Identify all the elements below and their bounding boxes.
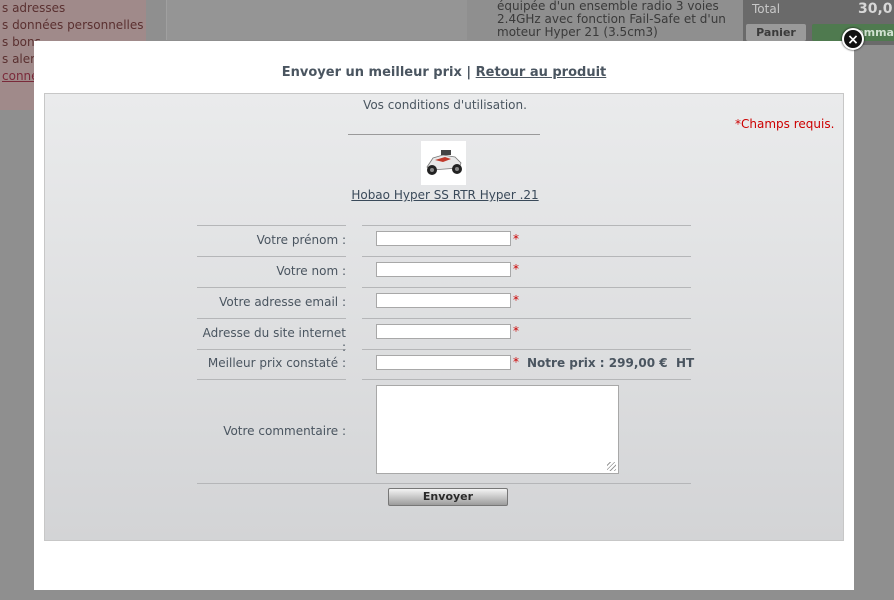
our-price-note: Notre prix : 299,00 € HT: [527, 356, 695, 370]
modal-title: Envoyer un meilleur prix | Retour au pro…: [34, 65, 854, 80]
row-divider: [362, 318, 691, 319]
best-price-label: Meilleur prix constaté :: [207, 356, 346, 370]
account-link-addresses: s adresses: [2, 1, 66, 15]
required-marker: *: [513, 324, 519, 338]
required-marker: *: [513, 355, 519, 369]
cart-panier-button: Panier: [746, 24, 806, 41]
send-button[interactable]: Envoyer: [388, 488, 508, 506]
title-separator: |: [466, 65, 472, 80]
first-name-label: Votre prénom :: [256, 233, 346, 247]
row-divider: [197, 483, 691, 484]
divider: [348, 134, 540, 135]
best-price-field[interactable]: [376, 355, 511, 370]
email-label: Votre adresse email :: [219, 295, 346, 309]
required-marker: *: [513, 262, 519, 276]
last-name-label: Votre nom :: [276, 264, 346, 278]
best-price-modal: Envoyer un meilleur prix | Retour au pro…: [34, 41, 854, 590]
resize-grip-icon[interactable]: [607, 462, 616, 471]
last-name-field[interactable]: [376, 262, 511, 277]
website-field[interactable]: [376, 324, 511, 339]
product-image[interactable]: [421, 141, 466, 185]
row-divider: [362, 287, 691, 288]
website-label: Adresse du site internet :: [202, 326, 346, 354]
terms-text: Vos conditions d'utilisation.: [363, 98, 527, 112]
form-panel: Vos conditions d'utilisation. *Champs re…: [44, 93, 844, 541]
row-divider: [197, 318, 346, 319]
close-icon[interactable]: ×: [842, 28, 864, 50]
row-divider: [197, 379, 346, 380]
account-link-personal-data: s données personnelles: [2, 18, 144, 32]
email-field[interactable]: [376, 293, 511, 308]
modal-title-text: Envoyer un meilleur prix: [281, 65, 462, 80]
product-name-link[interactable]: Hobao Hyper SS RTR Hyper .21: [45, 188, 845, 202]
first-name-field[interactable]: [376, 231, 511, 246]
row-divider: [197, 256, 346, 257]
product-description: équipée d'un ensemble radio 3 voies 2.4G…: [497, 0, 726, 39]
required-marker: *: [513, 293, 519, 307]
row-divider: [362, 256, 691, 257]
comment-label: Votre commentaire :: [223, 424, 346, 438]
required-fields-note: *Champs requis.: [735, 117, 835, 131]
rc-buggy-image: [421, 141, 466, 185]
cart-total-label: Total: [752, 2, 781, 16]
back-to-product-link[interactable]: Retour au produit: [476, 65, 607, 80]
row-divider: [362, 225, 691, 226]
row-divider: [197, 225, 346, 226]
background-column: [166, 0, 467, 40]
comment-textarea[interactable]: [376, 385, 619, 474]
row-divider: [197, 287, 346, 288]
row-divider: [362, 349, 691, 350]
required-marker: *: [513, 232, 519, 246]
row-divider: [362, 379, 691, 380]
cart-total-value: 30,0: [858, 1, 893, 17]
